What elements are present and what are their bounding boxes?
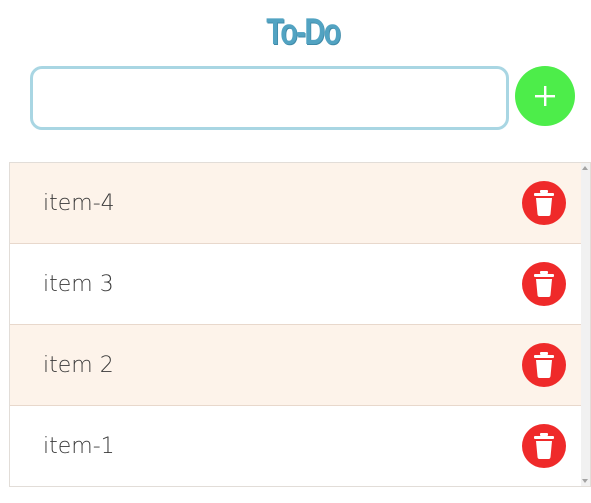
delete-button[interactable] <box>522 343 566 387</box>
add-button[interactable] <box>515 66 575 126</box>
page-title: To-Do <box>266 11 341 52</box>
plus-icon <box>535 86 555 106</box>
list-item: item 3 <box>10 244 582 325</box>
scroll-down-arrow-icon[interactable] <box>582 479 588 483</box>
list-item: item 2 <box>10 325 582 406</box>
item-label: item 2 <box>43 353 114 378</box>
input-row <box>30 66 576 130</box>
scroll-up-arrow-icon[interactable] <box>582 166 588 170</box>
list-scrollbar[interactable] <box>581 163 590 486</box>
item-label: item-4 <box>43 191 115 216</box>
delete-button[interactable] <box>522 424 566 468</box>
item-label: item-1 <box>43 434 115 459</box>
list-item: item-1 <box>10 406 582 486</box>
todo-list-items: item-4 item 3 item 2 item-1 <box>10 163 582 486</box>
list-item: item-4 <box>10 163 582 244</box>
todo-app: To-Do item-4 item 3 item 2 item-1 <box>0 0 591 503</box>
scrollbar-track[interactable] <box>582 175 589 470</box>
delete-button[interactable] <box>522 262 566 306</box>
todo-list: item-4 item 3 item 2 item-1 <box>9 162 591 487</box>
delete-button[interactable] <box>522 181 566 225</box>
trash-icon <box>534 352 554 378</box>
item-label: item 3 <box>43 272 114 297</box>
trash-icon <box>534 271 554 297</box>
todo-input[interactable] <box>30 66 509 130</box>
trash-icon <box>534 433 554 459</box>
trash-icon <box>534 190 554 216</box>
